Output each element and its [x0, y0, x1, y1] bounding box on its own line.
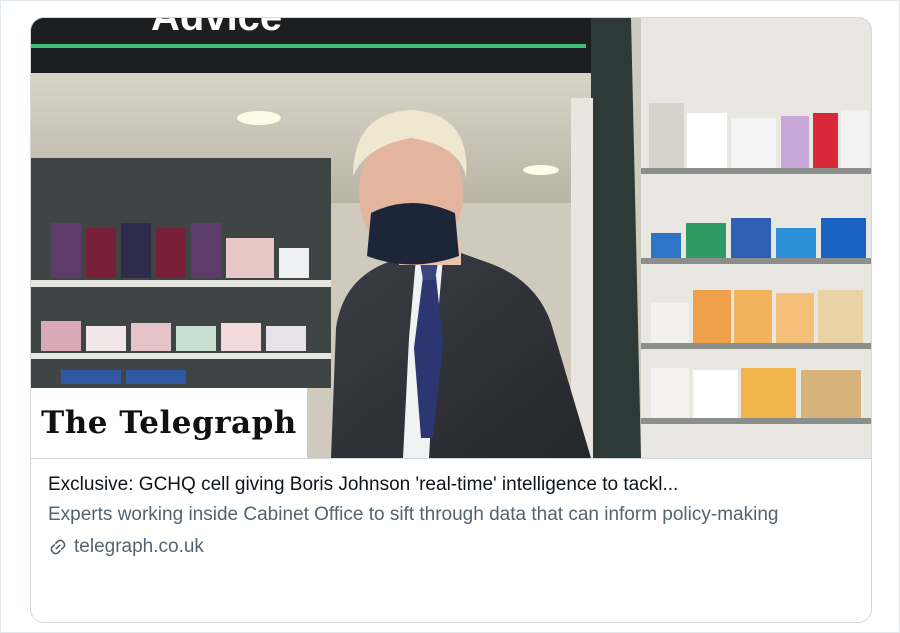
card-body[interactable]: Exclusive: GCHQ cell giving Boris Johnso… — [31, 458, 871, 559]
link-icon — [48, 537, 68, 557]
publisher-logo-text: The Telegraph — [41, 405, 297, 441]
card-domain-text: telegraph.co.uk — [74, 536, 204, 557]
card-description: Experts working inside Cabinet Office to… — [48, 504, 779, 525]
card-image[interactable]: Advice — [31, 18, 871, 458]
publisher-logo: The Telegraph — [31, 388, 307, 458]
card-title[interactable]: Exclusive: GCHQ cell giving Boris Johnso… — [48, 472, 854, 497]
card-domain[interactable]: telegraph.co.uk — [48, 534, 854, 559]
link-preview-card[interactable]: Advice — [30, 17, 872, 623]
store-sign-text: Advice — [151, 18, 282, 39]
